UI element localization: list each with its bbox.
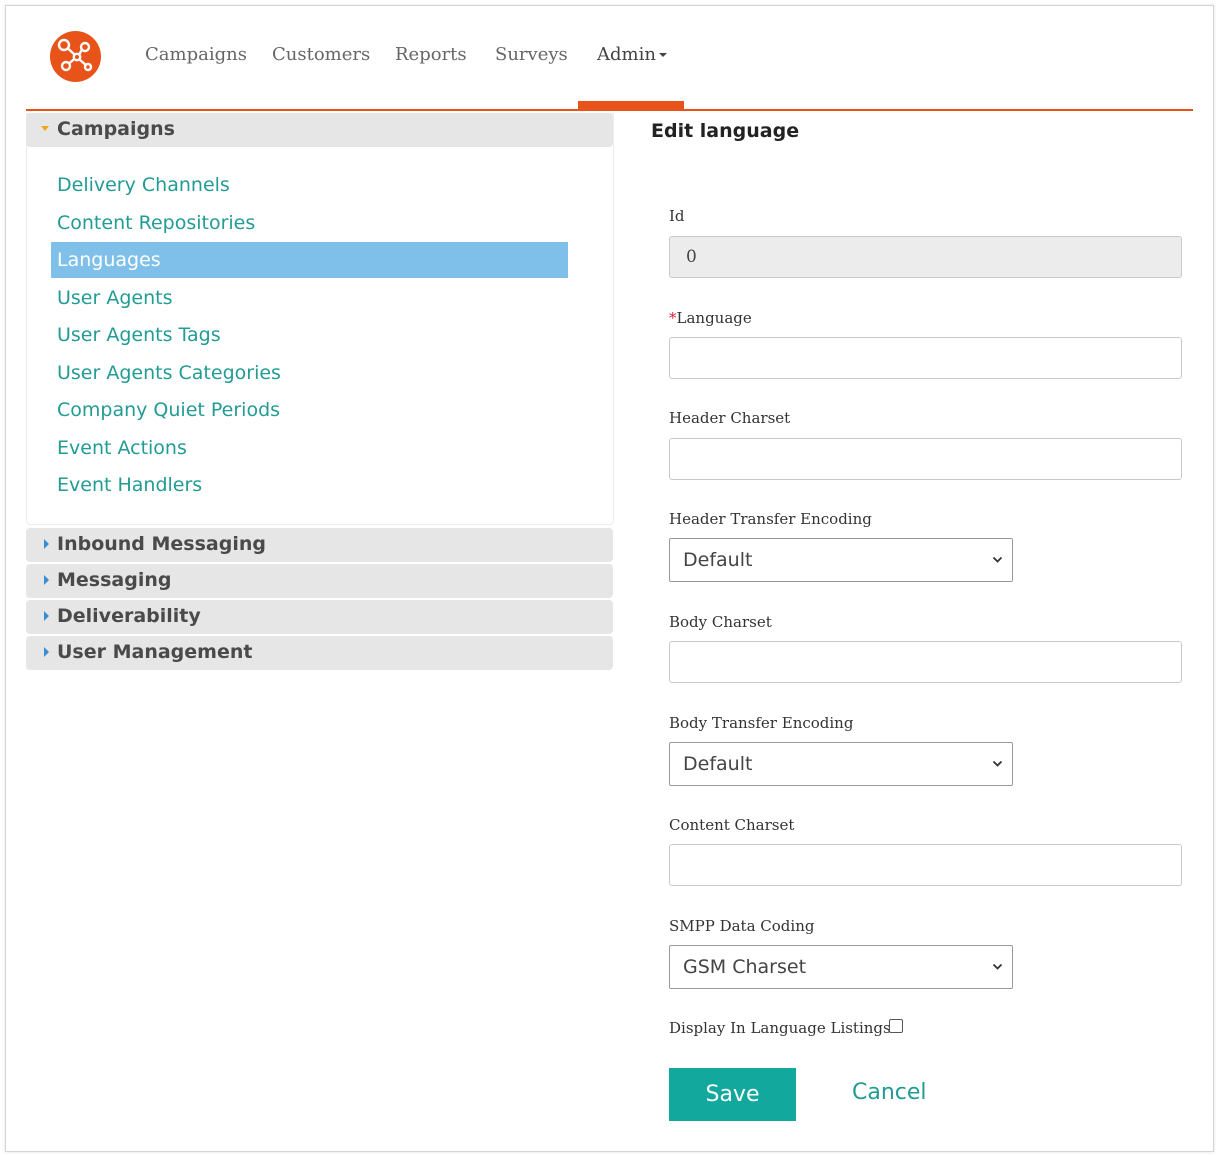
section-title: Campaigns xyxy=(57,118,175,140)
section-title: User Management xyxy=(57,641,253,663)
section-title: Deliverability xyxy=(57,605,201,627)
triangle-right-icon xyxy=(44,539,49,549)
nav-customers[interactable]: Customers xyxy=(272,44,370,65)
sidebar-item-event-handlers[interactable]: Event Handlers xyxy=(51,467,568,503)
chevron-down-icon xyxy=(992,556,1003,563)
sidebar-item-user-agents-categories[interactable]: User Agents Categories xyxy=(51,355,568,391)
chevron-down-icon xyxy=(992,963,1003,970)
sidebar-item-content-repositories[interactable]: Content Repositories xyxy=(51,205,568,241)
body-charset-label: Body Charset xyxy=(669,613,772,631)
triangle-right-icon xyxy=(44,575,49,585)
id-label: Id xyxy=(669,207,685,225)
sidebar-section-user-management[interactable]: User Management xyxy=(26,636,613,670)
triangle-right-icon xyxy=(44,611,49,621)
selected-value: GSM Charset xyxy=(683,956,807,978)
header-divider xyxy=(26,109,1193,111)
smpp-data-coding-label: SMPP Data Coding xyxy=(669,917,815,935)
cancel-button[interactable]: Cancel xyxy=(852,1080,927,1105)
nav-admin[interactable]: Admin xyxy=(597,44,667,65)
save-button[interactable]: Save xyxy=(669,1068,796,1121)
page-title: Edit language xyxy=(651,120,800,142)
sidebar-item-user-agents-tags[interactable]: User Agents Tags xyxy=(51,317,568,353)
content-charset-label: Content Charset xyxy=(669,816,795,834)
nav-campaigns[interactable]: Campaigns xyxy=(145,44,247,65)
display-in-listings-checkbox[interactable] xyxy=(889,1019,903,1033)
sidebar-item-languages[interactable]: Languages xyxy=(51,242,568,278)
body-transfer-encoding-label: Body Transfer Encoding xyxy=(669,714,854,732)
nav-admin-label: Admin xyxy=(597,44,656,65)
header-charset-input[interactable] xyxy=(669,438,1182,480)
nav-surveys[interactable]: Surveys xyxy=(495,44,568,65)
sidebar-section-deliverability[interactable]: Deliverability xyxy=(26,600,613,634)
header-charset-label: Header Charset xyxy=(669,409,791,427)
sidebar-item-delivery-channels[interactable]: Delivery Channels xyxy=(51,167,568,203)
caret-down-icon xyxy=(658,53,667,57)
triangle-right-icon xyxy=(44,647,49,657)
sidebar-item-event-actions[interactable]: Event Actions xyxy=(51,430,568,466)
triangle-down-icon xyxy=(41,126,49,131)
sidebar-item-company-quiet-periods[interactable]: Company Quiet Periods xyxy=(51,392,568,428)
body-transfer-encoding-select[interactable]: Default xyxy=(669,742,1013,786)
language-input[interactable] xyxy=(669,337,1182,379)
language-label-text: Language xyxy=(676,309,752,327)
language-label: *Language xyxy=(669,309,752,327)
sidebar-section-campaigns[interactable]: Campaigns xyxy=(26,113,613,147)
logo-icon[interactable] xyxy=(50,31,101,82)
section-title: Inbound Messaging xyxy=(57,533,266,555)
header-transfer-encoding-label: Header Transfer Encoding xyxy=(669,510,872,528)
sidebar-section-messaging[interactable]: Messaging xyxy=(26,564,613,598)
required-marker: * xyxy=(669,309,677,327)
content-charset-input[interactable] xyxy=(669,844,1182,886)
smpp-data-coding-select[interactable]: GSM Charset xyxy=(669,945,1013,989)
nav-reports[interactable]: Reports xyxy=(395,44,467,65)
selected-value: Default xyxy=(683,753,753,775)
body-charset-input[interactable] xyxy=(669,641,1182,683)
id-field: 0 xyxy=(669,236,1182,278)
sidebar-item-user-agents[interactable]: User Agents xyxy=(51,280,568,316)
display-in-listings-label: Display In Language Listings xyxy=(669,1019,891,1037)
section-title: Messaging xyxy=(57,569,172,591)
sidebar-section-inbound-messaging[interactable]: Inbound Messaging xyxy=(26,528,613,562)
chevron-down-icon xyxy=(992,760,1003,767)
selected-value: Default xyxy=(683,549,753,571)
header-transfer-encoding-select[interactable]: Default xyxy=(669,538,1013,582)
